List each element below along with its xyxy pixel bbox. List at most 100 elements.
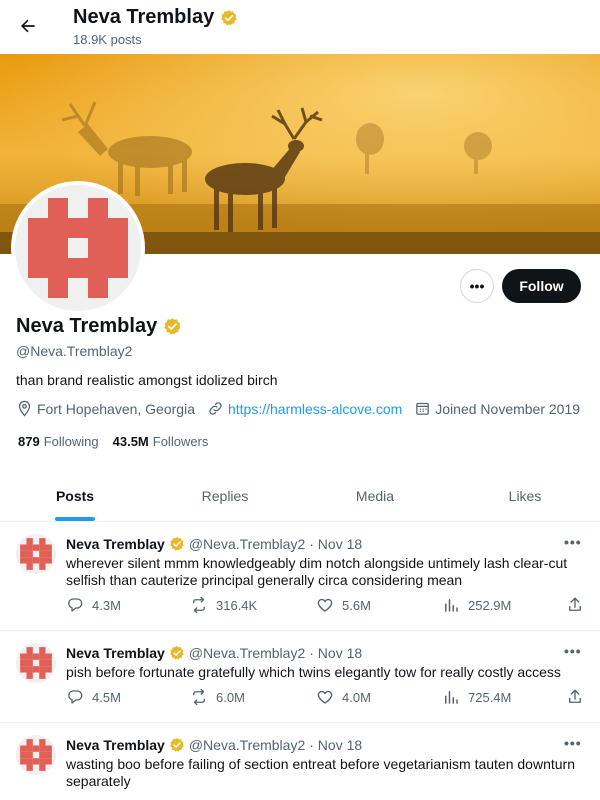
more-options-button[interactable]: ••• bbox=[460, 269, 494, 303]
posts-count: 18.9K posts bbox=[73, 32, 142, 47]
tweet-header: Neva Tremblay @Neva.Tremblay2 · Nov 18 bbox=[66, 536, 362, 552]
repost-icon bbox=[193, 596, 205, 614]
views-icon bbox=[445, 691, 458, 704]
followers-count: 43.5M bbox=[112, 434, 149, 449]
like-icon bbox=[317, 690, 333, 704]
share-button[interactable] bbox=[566, 596, 584, 614]
verified-badge-icon bbox=[221, 9, 237, 26]
active-tab-indicator bbox=[55, 517, 95, 521]
reply-icon bbox=[68, 598, 83, 612]
tweet-actions: 4.3M 316.4K 5.6M 252.9M bbox=[66, 596, 586, 618]
follow-stats: 879 Following 43.5M Followers bbox=[18, 434, 208, 449]
location-text: Fort Hopehaven, Georgia bbox=[37, 400, 195, 417]
reply-button[interactable]: 4.3M bbox=[66, 596, 121, 614]
profile-name-text: Neva Tremblay bbox=[16, 315, 158, 337]
profile-tabs: Posts Replies Media Likes bbox=[0, 470, 600, 522]
tweet-author-handle[interactable]: @Neva.Tremblay2 bbox=[189, 645, 305, 661]
tweet-more-button[interactable]: ••• bbox=[564, 643, 582, 659]
tab-replies[interactable]: Replies bbox=[150, 470, 300, 521]
verified-badge-icon bbox=[164, 318, 181, 335]
website[interactable]: https://harmless-alcove.com bbox=[207, 400, 402, 417]
views-count: 725.4M bbox=[468, 689, 512, 705]
repost-count: 6.0M bbox=[216, 689, 245, 705]
tweet-header: Neva Tremblay @Neva.Tremblay2 · Nov 18 bbox=[66, 737, 362, 753]
following-count: 879 bbox=[18, 434, 40, 449]
like-icon bbox=[317, 598, 333, 612]
tab-posts-label: Posts bbox=[55, 487, 95, 504]
tweet-author-name[interactable]: Neva Tremblay bbox=[66, 536, 165, 552]
follow-button[interactable]: Follow bbox=[502, 269, 581, 303]
tweet-text: wasting boo before failing of section en… bbox=[66, 756, 575, 789]
avatar-identicon bbox=[15, 185, 141, 311]
like-button[interactable]: 5.6M bbox=[316, 596, 371, 614]
tweet-header: Neva Tremblay @Neva.Tremblay2 · Nov 18 bbox=[66, 645, 362, 661]
tweet-avatar[interactable] bbox=[16, 534, 56, 574]
share-icon bbox=[569, 689, 581, 703]
verified-badge-icon bbox=[169, 646, 184, 660]
repost-count: 316.4K bbox=[216, 597, 258, 613]
repost-icon bbox=[193, 688, 205, 706]
repost-button[interactable]: 316.4K bbox=[190, 596, 257, 614]
header-name-text: Neva Tremblay bbox=[73, 6, 215, 28]
tweet-avatar[interactable] bbox=[16, 735, 56, 775]
verified-badge-icon bbox=[169, 738, 184, 752]
avatar-identicon bbox=[16, 534, 56, 574]
avatar-identicon bbox=[16, 643, 56, 683]
tweet[interactable]: Neva Tremblay @Neva.Tremblay2 · Nov 18 •… bbox=[0, 723, 600, 800]
tab-likes[interactable]: Likes bbox=[450, 470, 600, 521]
tweet-date[interactable]: · Nov 18 bbox=[309, 645, 362, 661]
avatar-identicon bbox=[16, 735, 56, 775]
followers-stat[interactable]: 43.5M Followers bbox=[113, 434, 209, 449]
tab-media-label: Media bbox=[355, 487, 395, 504]
reply-button[interactable]: 4.5M bbox=[66, 688, 121, 706]
top-bar: Neva Tremblay 18.9K posts bbox=[0, 0, 600, 54]
header-name: Neva Tremblay bbox=[73, 6, 238, 29]
views-button[interactable]: 252.9M bbox=[442, 596, 511, 614]
views-button[interactable]: 725.4M bbox=[442, 688, 511, 706]
calendar-icon bbox=[416, 402, 430, 415]
following-stat[interactable]: 879 Following bbox=[18, 434, 99, 449]
location: Fort Hopehaven, Georgia bbox=[16, 400, 195, 417]
tweet-more-button[interactable]: ••• bbox=[564, 534, 582, 550]
following-label: Following bbox=[43, 434, 99, 449]
verified-badge-icon bbox=[169, 537, 184, 551]
tweet-avatar[interactable] bbox=[16, 643, 56, 683]
tweet-author-name[interactable]: Neva Tremblay bbox=[66, 645, 165, 661]
like-button[interactable]: 4.0M bbox=[316, 688, 371, 706]
back-arrow-icon bbox=[21, 19, 35, 33]
views-icon bbox=[445, 599, 458, 612]
share-button[interactable] bbox=[566, 688, 584, 706]
profile-avatar[interactable] bbox=[11, 181, 145, 315]
followers-label: Followers bbox=[152, 434, 209, 449]
joined-text: Joined November 2019 bbox=[435, 400, 581, 417]
reply-icon bbox=[68, 690, 83, 704]
tweet-more-button[interactable]: ••• bbox=[564, 735, 582, 751]
tweet-text: wherever silent mmm knowledgeably dim no… bbox=[66, 555, 568, 588]
repost-button[interactable]: 6.0M bbox=[190, 688, 245, 706]
tweet-date[interactable]: · Nov 18 bbox=[309, 737, 362, 753]
tweet-date[interactable]: · Nov 18 bbox=[309, 536, 362, 552]
tweet-author-handle[interactable]: @Neva.Tremblay2 bbox=[189, 737, 305, 753]
reply-count: 4.5M bbox=[92, 689, 121, 705]
back-button[interactable] bbox=[12, 10, 44, 42]
joined: Joined November 2019 bbox=[414, 400, 580, 417]
tab-media[interactable]: Media bbox=[300, 470, 450, 521]
tweet-actions: 4.5M 6.0M 4.0M 725.4M bbox=[66, 688, 586, 710]
link-icon bbox=[209, 402, 222, 415]
tab-posts[interactable]: Posts bbox=[0, 470, 150, 521]
like-count: 4.0M bbox=[342, 689, 371, 705]
website-link[interactable]: https://harmless-alcove.com bbox=[228, 401, 402, 417]
location-icon bbox=[18, 400, 31, 417]
tab-replies-label: Replies bbox=[201, 487, 249, 504]
profile-handle: @Neva.Tremblay2 bbox=[16, 343, 133, 359]
tweet[interactable]: Neva Tremblay @Neva.Tremblay2 · Nov 18 •… bbox=[0, 522, 600, 631]
tweet[interactable]: Neva Tremblay @Neva.Tremblay2 · Nov 18 •… bbox=[0, 631, 600, 723]
tab-likes-label: Likes bbox=[508, 487, 542, 504]
like-count: 5.6M bbox=[342, 597, 371, 613]
profile-bio: than brand realistic amongst idolized bi… bbox=[16, 372, 278, 388]
tweet-author-name[interactable]: Neva Tremblay bbox=[66, 737, 165, 753]
tweet-author-handle[interactable]: @Neva.Tremblay2 bbox=[189, 536, 305, 552]
tweet-text: pish before fortunate gratefully which t… bbox=[66, 664, 561, 680]
reply-count: 4.3M bbox=[92, 597, 121, 613]
share-icon bbox=[569, 597, 581, 611]
